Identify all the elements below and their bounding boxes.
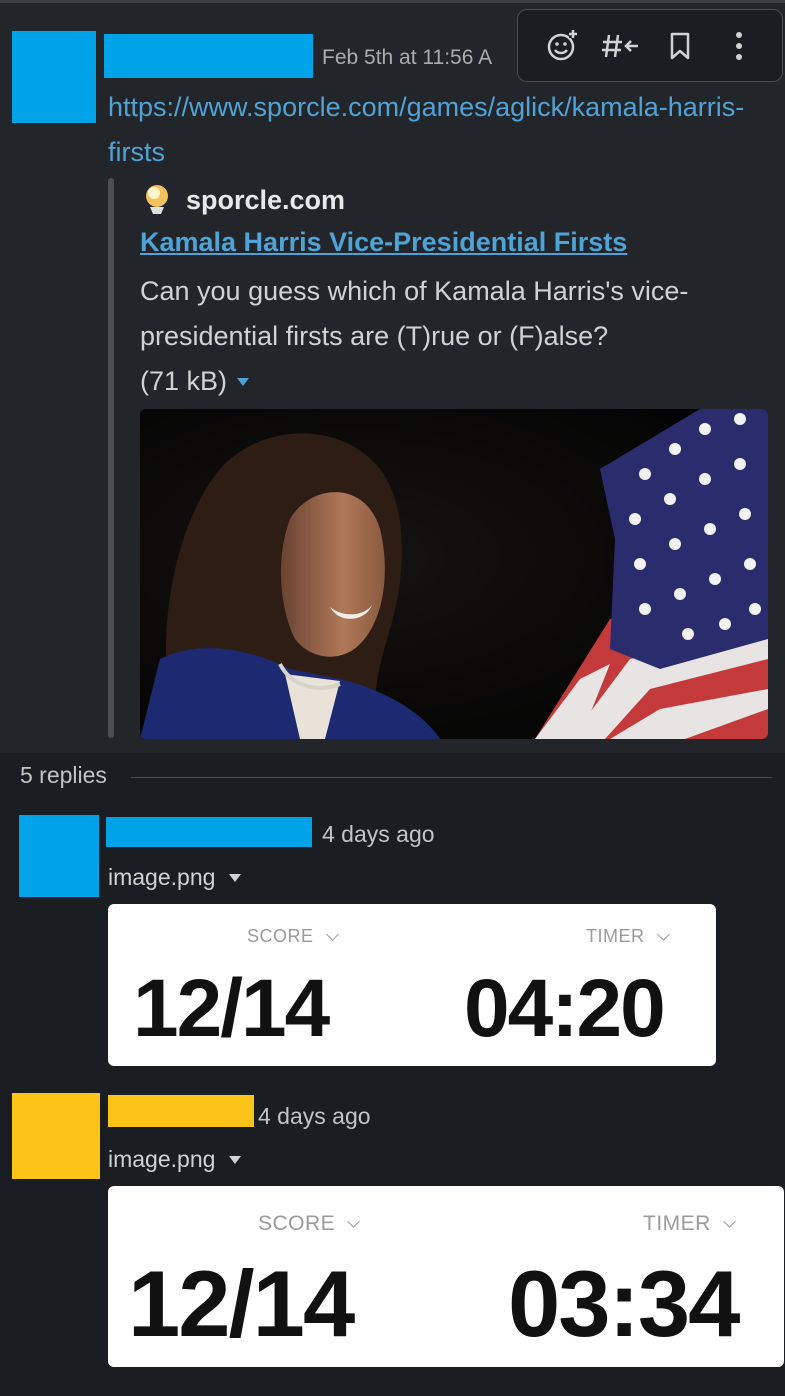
- message-timestamp[interactable]: Feb 5th at 11:56 A: [322, 46, 492, 70]
- unfurl-site-name: sporcle.com: [186, 184, 346, 215]
- portrait-photo-illustration: [140, 409, 768, 739]
- message-link[interactable]: https://www.sporcle.com/games/aglick/kam…: [108, 85, 748, 175]
- caret-down-icon[interactable]: [229, 873, 242, 882]
- unfurl-preview-image[interactable]: [140, 409, 768, 739]
- timer-value: 03:34: [508, 1251, 740, 1356]
- file-name: image.png: [108, 864, 216, 890]
- score-header: SCORE: [258, 1212, 361, 1236]
- timer-label: TIMER: [643, 1212, 711, 1235]
- score-value: 12/14: [128, 1251, 355, 1356]
- file-name-toggle[interactable]: image.png: [108, 864, 242, 891]
- timer-header: TIMER: [643, 1212, 736, 1236]
- unfurl-title-link[interactable]: Kamala Harris Vice-Presidential Firsts: [140, 227, 627, 258]
- file-name: image.png: [108, 1146, 216, 1172]
- sporcle-logo-icon: [146, 185, 168, 214]
- unfurl-accent-bar: [108, 178, 114, 738]
- chevron-down-icon: [325, 927, 339, 941]
- caret-down-icon[interactable]: [229, 1155, 242, 1164]
- unfurl-size: (71 kB): [140, 366, 228, 396]
- timer-value: 04:20: [464, 963, 666, 1054]
- chevron-down-icon: [722, 1215, 736, 1228]
- avatar[interactable]: [12, 31, 96, 123]
- unfurl-description: Can you guess which of Kamala Harris's v…: [140, 276, 689, 351]
- avatar[interactable]: [19, 815, 99, 897]
- reply-in-channel-icon[interactable]: [599, 24, 643, 68]
- score-label: SCORE: [258, 1212, 336, 1235]
- file-name-toggle[interactable]: image.png: [108, 1146, 242, 1173]
- unfurl-size-toggle[interactable]: (71 kB): [140, 359, 250, 404]
- more-actions-icon[interactable]: [717, 24, 761, 68]
- score-value: 12/14: [133, 963, 330, 1054]
- score-label: SCORE: [247, 926, 314, 946]
- score-header: SCORE: [247, 926, 339, 947]
- message-actions-toolbar: [517, 9, 783, 82]
- parent-message[interactable]: Feb 5th at 11:56 A https://www.sporcle.c…: [0, 3, 785, 753]
- redacted-author-name[interactable]: [108, 1095, 254, 1127]
- image-attachment[interactable]: SCORE TIMER 12/14 04:20: [108, 904, 716, 1066]
- timer-label: TIMER: [586, 926, 645, 946]
- timer-header: TIMER: [586, 926, 670, 947]
- divider-line: [130, 777, 772, 778]
- chevron-down-icon: [347, 1215, 361, 1228]
- image-attachment[interactable]: SCORE TIMER 12/14 03:34: [108, 1186, 784, 1367]
- caret-down-icon[interactable]: [237, 377, 250, 386]
- add-reaction-icon[interactable]: [540, 24, 584, 68]
- replies-divider: 5 replies: [20, 762, 772, 789]
- redacted-author-name[interactable]: [106, 817, 312, 847]
- chevron-down-icon: [656, 927, 670, 941]
- bookmark-icon[interactable]: [658, 24, 702, 68]
- reply-timestamp[interactable]: 4 days ago: [322, 821, 435, 848]
- avatar[interactable]: [12, 1093, 100, 1179]
- replies-count: 5 replies: [20, 762, 107, 788]
- reply-timestamp[interactable]: 4 days ago: [258, 1103, 371, 1130]
- unfurl-site: sporcle.com: [140, 183, 345, 217]
- redacted-author-name[interactable]: [104, 34, 313, 78]
